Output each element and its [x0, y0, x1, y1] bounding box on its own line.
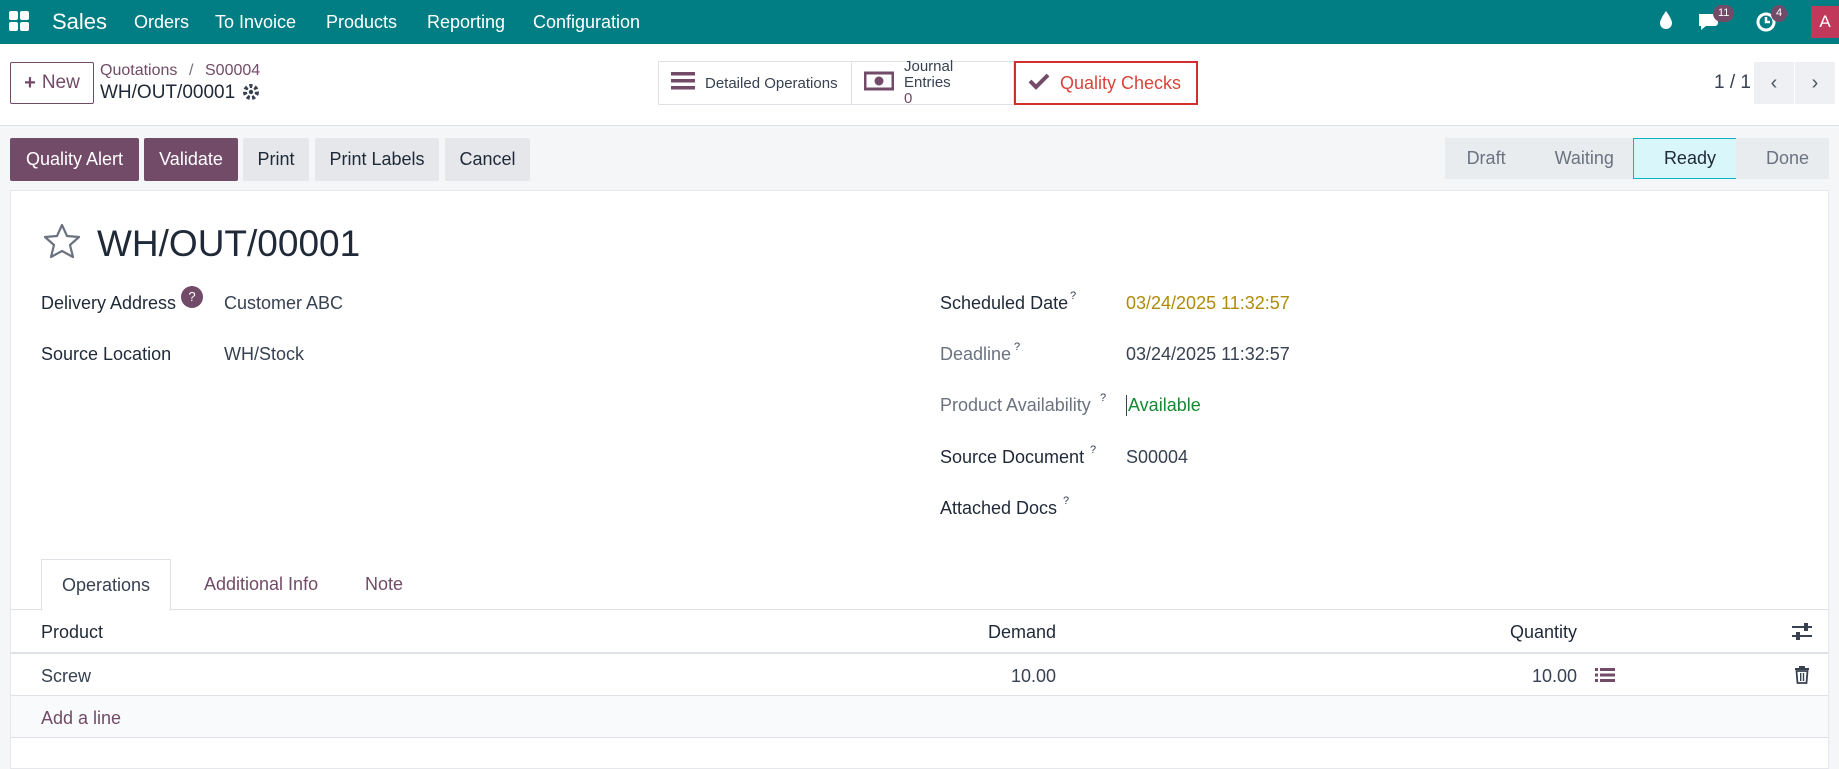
quality-alert-button[interactable]: Quality Alert: [10, 138, 139, 181]
detailed-operations-button[interactable]: Detailed Operations: [658, 61, 852, 105]
product-availability-label: Product Availability: [940, 395, 1091, 415]
attached-docs-label: Attached Docs: [940, 498, 1058, 518]
pager-previous-button[interactable]: ‹: [1754, 62, 1794, 104]
row-product[interactable]: Screw: [41, 666, 91, 687]
new-button-label: New: [41, 72, 80, 93]
smart-buttons: Detailed Operations Journal Entries 0 Qu…: [658, 58, 1198, 107]
trash-icon[interactable]: [1794, 666, 1810, 689]
column-product[interactable]: Product: [41, 622, 103, 643]
app-brand[interactable]: Sales: [52, 9, 107, 35]
validate-button[interactable]: Validate: [144, 138, 238, 181]
menu-to-invoice[interactable]: To Invoice: [215, 12, 296, 33]
status-stages: Draft Waiting Ready Done: [1444, 138, 1829, 179]
tab-operations[interactable]: Operations: [41, 559, 172, 611]
stage-done[interactable]: Done: [1735, 138, 1829, 179]
source-location-label: Source Location: [41, 344, 172, 364]
column-demand[interactable]: Demand: [988, 622, 1056, 643]
droplet-icon[interactable]: [1659, 10, 1673, 35]
breadcrumb-quotations[interactable]: Quotations: [100, 62, 177, 80]
journal-entries-count: 0: [904, 90, 913, 107]
attached-docs-help-mark[interactable]: ?: [1063, 495, 1069, 507]
source-document-help-mark[interactable]: ?: [1090, 444, 1096, 456]
star-icon[interactable]: [43, 223, 81, 268]
status-bar: Quality Alert Validate Print Print Label…: [0, 126, 1839, 190]
activities-count-badge: 4: [1771, 5, 1788, 22]
deadline-label: Deadline: [940, 344, 1012, 364]
list-icon: [671, 71, 695, 95]
print-button[interactable]: Print: [243, 138, 309, 181]
product-availability-value: Available: [1126, 395, 1201, 416]
print-labels-button[interactable]: Print Labels: [315, 138, 439, 181]
journal-entries-button[interactable]: Journal Entries 0: [851, 58, 1014, 107]
delivery-address-label: Delivery Address: [41, 293, 177, 313]
gear-icon[interactable]: [242, 83, 260, 106]
table-row[interactable]: Screw 10.00 10.00: [11, 654, 1828, 696]
stage-waiting[interactable]: Waiting: [1524, 138, 1634, 179]
column-settings-icon[interactable]: [1792, 623, 1812, 646]
cancel-button[interactable]: Cancel: [445, 138, 530, 181]
new-button[interactable]: + New: [10, 62, 94, 104]
quality-checks-label: Quality Checks: [1060, 72, 1182, 93]
user-avatar[interactable]: A: [1811, 6, 1839, 38]
menu-orders[interactable]: Orders: [134, 12, 189, 33]
availability-help-mark[interactable]: ?: [1100, 392, 1106, 404]
check-icon: [1028, 72, 1050, 95]
row-demand[interactable]: 10.00: [1011, 666, 1056, 687]
tab-note[interactable]: Note: [345, 559, 423, 610]
stage-ready[interactable]: Ready: [1632, 138, 1737, 179]
column-quantity[interactable]: Quantity: [1510, 622, 1577, 643]
deadline-field[interactable]: 03/24/2025 11:32:57: [1126, 344, 1290, 365]
money-icon: [863, 71, 895, 95]
delivery-address-field[interactable]: Customer ABC: [224, 293, 343, 314]
scheduled-date-label: Scheduled Date: [940, 293, 1069, 313]
journal-entries-label: Journal Entries: [904, 58, 954, 91]
tab-additional-info[interactable]: Additional Info: [184, 559, 338, 610]
chevron-right-icon: ›: [1811, 71, 1819, 94]
add-line-row: Add a line: [11, 696, 1828, 738]
breadcrumb-order[interactable]: S00004: [205, 62, 260, 80]
pager-value[interactable]: 1 / 1: [1714, 72, 1751, 94]
quality-checks-button[interactable]: Quality Checks: [1014, 61, 1198, 105]
add-line-link[interactable]: Add a line: [41, 708, 121, 729]
row-quantity[interactable]: 10.00: [1532, 666, 1577, 687]
detailed-list-icon[interactable]: [1595, 667, 1615, 688]
source-location-field[interactable]: WH/Stock: [224, 344, 304, 365]
deadline-help-mark[interactable]: ?: [1014, 341, 1020, 353]
form-sheet: WH/OUT/00001 Delivery Address ? Customer…: [10, 190, 1829, 769]
table-header: Product Demand Quantity: [11, 610, 1828, 654]
scheduled-date-help-mark[interactable]: ?: [1070, 290, 1076, 302]
chevron-left-icon: ‹: [1770, 71, 1778, 94]
help-icon[interactable]: ?: [181, 286, 203, 308]
record-name: WH/OUT/00001: [100, 82, 236, 103]
notebook-tabs: Operations Additional Info Note: [11, 559, 1828, 611]
breadcrumb-separator: /: [189, 62, 194, 79]
detailed-operations-label: Detailed Operations: [705, 74, 838, 92]
menu-reporting[interactable]: Reporting: [427, 12, 505, 33]
menu-products[interactable]: Products: [326, 12, 397, 33]
source-document-label: Source Document: [940, 447, 1085, 467]
control-panel: + New Quotations / S00004 WH/OUT/00001 D…: [0, 44, 1839, 126]
pager-next-button[interactable]: ›: [1795, 62, 1835, 104]
menu-configuration[interactable]: Configuration: [533, 12, 640, 33]
messages-count-badge: 11: [1713, 5, 1735, 22]
apps-menu-icon[interactable]: [9, 11, 29, 31]
top-navbar: Sales Orders To Invoice Products Reporti…: [0, 0, 1839, 44]
stage-draft[interactable]: Draft: [1444, 138, 1526, 179]
plus-icon: +: [24, 71, 36, 94]
source-document-field[interactable]: S00004: [1126, 447, 1188, 468]
scheduled-date-field[interactable]: 03/24/2025 11:32:57: [1126, 293, 1290, 314]
record-title: WH/OUT/00001: [97, 223, 361, 264]
